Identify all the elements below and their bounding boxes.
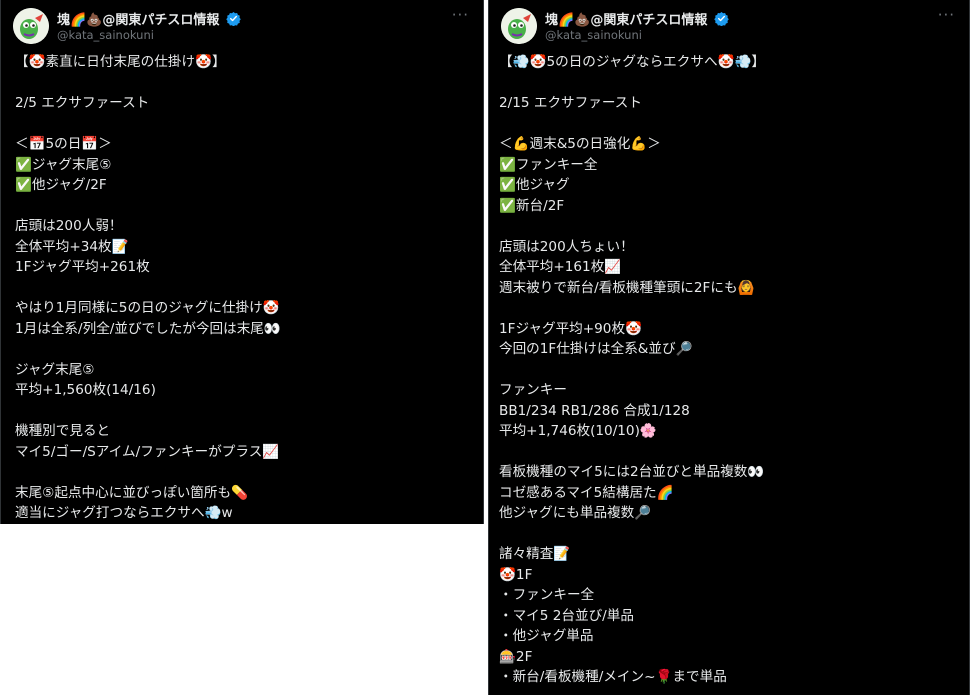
tweet-line: ・新台/看板機種/メイン~🌹まで単品 [499,669,727,685]
tweet-line: ✅他ジャグ/2F [15,177,107,193]
tweet-line [499,524,959,545]
tweet-line: 機種別で見ると [15,423,111,439]
tweet-line: ＜📅5の日📅＞ [15,136,112,152]
tweet-line [499,114,959,135]
tweet-line: ✅他ジャグ [499,177,570,193]
tweet-line: 平均+1,560枚(14/16) [15,382,156,398]
tweet-line: ファンキー [499,382,567,398]
tweet-line [15,278,473,299]
tweet-line: 末尾⑤起点中心に並びっぽい箇所も💊 [15,484,249,501]
display-name-row[interactable]: 塊🌈💩@関東パチスロ情報 [57,9,241,28]
tweet-line: 全体平均+161枚📈 [499,259,622,275]
tweet-line [15,339,473,360]
tweet-line: ✅新台/2F [499,197,565,214]
tweet-line: 諸々精査📝 [499,546,571,562]
tweet-line: 他ジャグにも単品複数🔎 [499,505,652,521]
tweet-line: 平均+1,746枚(10/10)🌸 [499,423,657,439]
tweet-line [499,442,959,463]
more-options-icon[interactable]: ··· [938,6,955,24]
tweet-line: 看板機種のマイ5には2台並びと単品複数👀 [499,464,765,480]
tweet-header: 塊🌈💩@関東パチスロ情報 @kata_sainokuni ··· [501,6,957,48]
tweet-line: マイ5/ゴー/Sアイム/ファンキーがプラス📈 [15,443,280,460]
tweet-line [15,196,473,217]
tweet-line: 店頭は200人弱！ [15,218,123,234]
tweet-line [15,462,473,483]
tweet-line [499,216,959,237]
tweet-line [499,298,959,319]
tweet-line: 店頭は200人ちょい！ [499,238,634,255]
tweet-line: 【🤡素直に日付末尾の仕掛け🤡】 [15,54,226,70]
tweet-card-left: 塊🌈💩@関東パチスロ情報 @kata_sainokuni ··· 【🤡素直に日付… [0,0,484,524]
tweet-line [15,73,473,94]
tweet-line: 2/5 エクサファースト [15,95,150,111]
handle[interactable]: @kata_sainokuni [57,28,154,42]
tweet-line: ・マイ5 2台並び/単品 [499,607,634,624]
tweet-line: 🎰2F [499,648,533,665]
tweet-line: 今回の1F仕掛けは全系&並び🔎 [499,341,693,357]
tweet-text: 【💨🤡5の日のジャグならエクサへ🤡💨】 2/15 エクサファースト ＜💪週末&5… [499,52,959,688]
tweet-line [499,360,959,381]
tweet-line [15,114,473,135]
tweet-line [499,73,959,94]
tweet-card-right: 塊🌈💩@関東パチスロ情報 @kata_sainokuni ··· 【💨🤡5の日の… [488,0,970,695]
tweet-line: 週末被りで新台/看板機種筆頭に2Fにも🙆 [499,279,755,296]
tweet-header: 塊🌈💩@関東パチスロ情報 @kata_sainokuni ··· [13,6,471,48]
tweet-line: コゼ感あるマイ5結構居た🌈 [499,484,674,501]
handle[interactable]: @kata_sainokuni [545,28,642,42]
tweet-line: ✅ファンキー全 [499,156,598,173]
tweet-line: 1Fジャグ平均+261枚 [15,259,150,275]
more-options-icon[interactable]: ··· [452,6,469,24]
avatar[interactable] [13,8,49,44]
tweet-text: 【🤡素直に日付末尾の仕掛け🤡】 2/5 エクサファースト ＜📅5の日📅＞ ✅ジャグ… [15,52,473,524]
tweet-line: ・他ジャグ単品 [499,628,594,644]
tweet-line: やはり1月同様に5の日のジャグに仕掛け🤡 [15,300,280,316]
tweet-line: ＜💪週末&5の日強化💪＞ [499,136,661,152]
tweet-line: 1月は全系/列全/並びでしたが今回は末尾👀 [15,320,281,337]
tweet-line: 2/15 エクサファースト [499,95,642,111]
tweet-line: ✅ジャグ末尾⑤ [15,156,112,173]
tweet-line: 1Fジャグ平均+90枚🤡 [499,320,642,337]
tweet-line: 【💨🤡5の日のジャグならエクサへ🤡💨】 [499,54,765,70]
tweet-line: BB1/234 RB1/286 合成1/128 [499,402,690,419]
display-name[interactable]: 塊🌈💩@関東パチスロ情報 [57,13,219,28]
display-name[interactable]: 塊🌈💩@関東パチスロ情報 [545,13,707,28]
tweet-line: 全体平均+34枚📝 [15,238,129,255]
avatar[interactable] [501,8,537,44]
tweet-line: 適当にジャグ打つならエクサへ💨w [15,505,233,521]
verified-badge-icon [226,11,241,26]
verified-badge-icon [714,11,729,26]
tweet-line: ・ファンキー全 [499,587,595,603]
display-name-row[interactable]: 塊🌈💩@関東パチスロ情報 [545,9,729,28]
tweet-line: 🤡1F [499,566,533,583]
tweet-line: ジャグ末尾⑤ [15,361,95,378]
tweet-line [15,401,473,422]
